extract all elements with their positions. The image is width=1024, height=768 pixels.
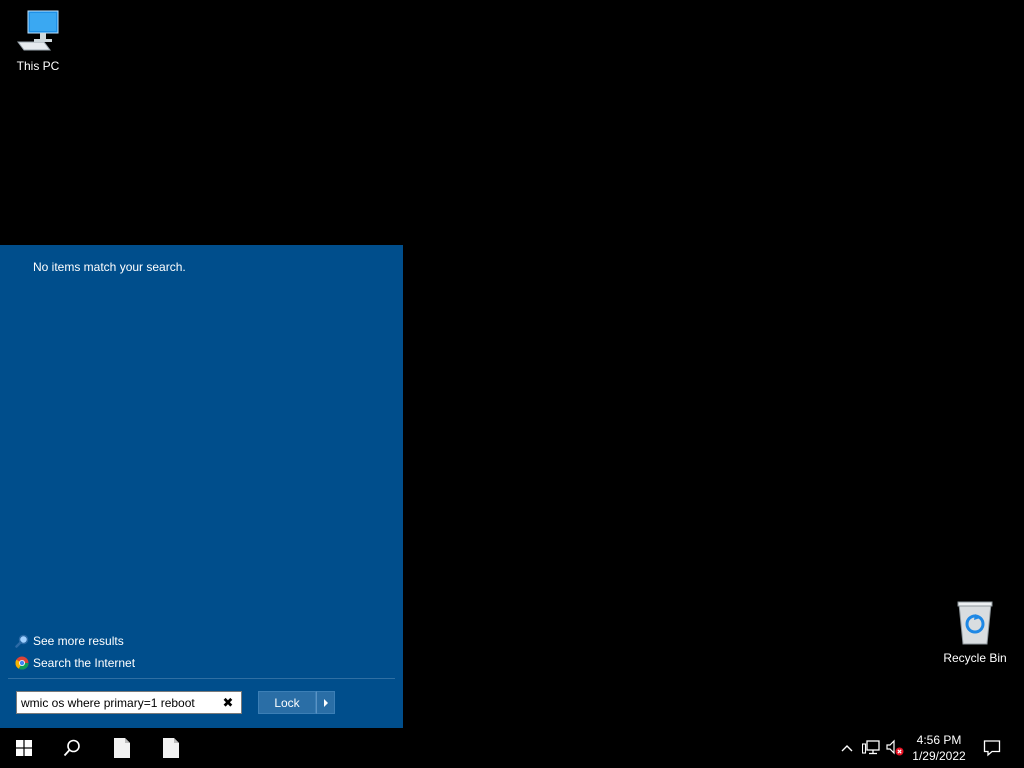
- show-hidden-icons-button[interactable]: [837, 738, 857, 758]
- taskbar-clock[interactable]: 4:56 PM 1/29/2022: [906, 732, 972, 764]
- document-icon: [163, 738, 179, 758]
- taskbar-search-button[interactable]: [48, 728, 96, 768]
- see-more-results-label: See more results: [33, 634, 124, 648]
- search-icon: [63, 739, 80, 757]
- taskbar-app-document-1[interactable]: [98, 728, 146, 768]
- search-internet-link[interactable]: Search the Internet: [15, 656, 135, 670]
- see-more-results-link[interactable]: See more results: [15, 634, 124, 648]
- power-options-arrow-button[interactable]: [316, 691, 335, 714]
- start-search-input[interactable]: [17, 695, 217, 710]
- clock-date: 1/29/2022: [912, 749, 966, 763]
- no-results-message: No items match your search.: [33, 260, 186, 274]
- network-icon: [862, 740, 880, 755]
- computer-icon: [17, 10, 59, 51]
- clear-search-button[interactable]: ✖: [217, 692, 239, 713]
- recycle-bin-label: Recycle Bin: [943, 651, 1007, 665]
- network-tray-button[interactable]: [861, 738, 881, 758]
- chrome-icon: [15, 656, 29, 670]
- recycle-bin-icon: [957, 601, 993, 645]
- taskbar: 4:56 PM 1/29/2022: [0, 728, 1024, 768]
- start-button[interactable]: [0, 728, 48, 768]
- start-menu-divider: [8, 678, 395, 679]
- power-button-group: Lock: [258, 691, 335, 714]
- volume-muted-icon: [886, 739, 904, 756]
- chevron-up-icon: [841, 745, 853, 752]
- document-icon: [114, 738, 130, 758]
- start-search-box[interactable]: ✖: [16, 691, 242, 714]
- volume-tray-button[interactable]: [885, 738, 905, 758]
- action-center-button[interactable]: [982, 738, 1002, 758]
- clock-time: 4:56 PM: [916, 733, 962, 747]
- this-pc-label: This PC: [16, 59, 60, 73]
- magnifier-icon: [15, 634, 29, 648]
- recycle-bin-desktop-icon[interactable]: Recycle Bin: [937, 600, 1013, 665]
- notification-icon: [983, 740, 1001, 757]
- taskbar-app-document-2[interactable]: [147, 728, 195, 768]
- chevron-right-icon: [323, 698, 328, 707]
- search-internet-label: Search the Internet: [33, 656, 136, 670]
- lock-button[interactable]: Lock: [258, 691, 316, 714]
- windows-logo-icon: [16, 740, 32, 756]
- this-pc-desktop-icon[interactable]: This PC: [0, 8, 76, 73]
- start-menu-panel: No items match your search. See more res…: [0, 245, 403, 728]
